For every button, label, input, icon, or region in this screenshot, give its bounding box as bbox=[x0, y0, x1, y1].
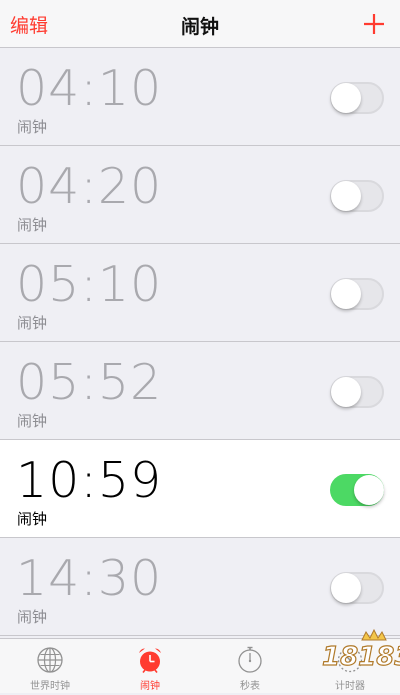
toggle-knob bbox=[331, 377, 361, 407]
tab-label: 世界时钟 bbox=[30, 681, 70, 692]
alarm-time: 14:30 bbox=[16, 550, 163, 607]
alarm-row[interactable]: 10:59 闹钟 bbox=[0, 440, 400, 538]
globe-icon bbox=[37, 647, 63, 673]
alarm-toggle[interactable] bbox=[330, 180, 384, 212]
stopwatch-icon bbox=[238, 646, 262, 673]
toggle-knob bbox=[331, 573, 361, 603]
alarm-toggle[interactable] bbox=[330, 278, 384, 310]
alarm-row[interactable]: 04:20 闹钟 bbox=[0, 146, 400, 244]
alarm-label: 闹钟 bbox=[17, 412, 48, 430]
alarm-toggle[interactable] bbox=[330, 376, 384, 408]
alarm-row[interactable]: 05:10 闹钟 bbox=[0, 244, 400, 342]
alarm-toggle[interactable] bbox=[330, 474, 384, 506]
tab-stopwatch[interactable]: 秒表 bbox=[200, 639, 300, 693]
tab-world-clock[interactable]: 世界时钟 bbox=[0, 639, 100, 693]
tab-timer[interactable]: 计时器 bbox=[300, 639, 400, 693]
tab-bar: 世界时钟 闹钟 秒表 计时器 bbox=[0, 638, 400, 693]
tab-label: 闹钟 bbox=[140, 681, 160, 692]
tab-label: 计时器 bbox=[335, 681, 365, 692]
alarm-label: 闹钟 bbox=[17, 118, 48, 136]
alarm-label: 闹钟 bbox=[17, 510, 48, 528]
add-alarm-button[interactable] bbox=[362, 9, 386, 39]
alarm-label: 闹钟 bbox=[17, 216, 48, 234]
toggle-knob bbox=[331, 181, 361, 211]
alarm-list: 04:10 闹钟 04:20 闹钟 05:10 闹钟 05:52 闹钟 10:5… bbox=[0, 48, 400, 638]
alarm-label: 闹钟 bbox=[17, 314, 48, 332]
alarm-row[interactable]: 05:52 闹钟 bbox=[0, 342, 400, 440]
alarm-clock-icon bbox=[139, 648, 161, 673]
toggle-knob bbox=[331, 83, 361, 113]
alarm-toggle[interactable] bbox=[330, 572, 384, 604]
toggle-knob bbox=[331, 279, 361, 309]
alarm-time: 04:20 bbox=[16, 158, 163, 215]
alarm-row[interactable]: 04:10 闹钟 bbox=[0, 48, 400, 146]
tab-label: 秒表 bbox=[240, 681, 260, 692]
timer-icon bbox=[337, 647, 363, 673]
alarm-time: 10:59 bbox=[16, 452, 163, 509]
tab-alarm[interactable]: 闹钟 bbox=[100, 639, 200, 693]
alarm-time: 05:52 bbox=[16, 354, 163, 411]
navigation-bar: 编辑 闹钟 bbox=[0, 0, 400, 48]
alarm-time: 04:10 bbox=[16, 60, 163, 117]
plus-icon bbox=[364, 14, 384, 34]
alarm-label: 闹钟 bbox=[17, 608, 48, 626]
toggle-knob bbox=[354, 475, 384, 505]
alarm-toggle[interactable] bbox=[330, 82, 384, 114]
alarm-row[interactable]: 14:30 闹钟 bbox=[0, 538, 400, 636]
alarm-time: 05:10 bbox=[16, 256, 163, 313]
page-title: 闹钟 bbox=[180, 16, 219, 38]
